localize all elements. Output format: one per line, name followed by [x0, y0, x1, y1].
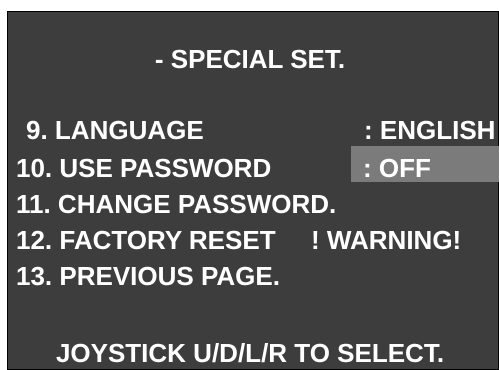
- menu-item-change-password[interactable]: 11. CHANGE PASSWORD.: [16, 191, 336, 217]
- use-password-value[interactable]: : OFF: [363, 155, 431, 181]
- menu-item-factory-reset[interactable]: 12. FACTORY RESET: [16, 227, 276, 253]
- factory-reset-warning: ! WARNING!: [311, 225, 462, 255]
- menu-item-use-password[interactable]: 10. USE PASSWORD: [16, 155, 271, 181]
- osd-menu-panel: - SPECIAL SET. 9. LANGUAGE : ENGLISH 10.…: [7, 11, 499, 370]
- language-value[interactable]: : ENGLISH: [364, 117, 495, 143]
- osd-screen: - SPECIAL SET. 9. LANGUAGE : ENGLISH 10.…: [0, 0, 499, 370]
- navigation-hint: JOYSTICK U/D/L/R TO SELECT.: [55, 338, 445, 368]
- menu-item-previous-page[interactable]: 13. PREVIOUS PAGE.: [16, 263, 280, 289]
- menu-item-language[interactable]: 9. LANGUAGE: [26, 117, 204, 143]
- menu-title: - SPECIAL SET.: [154, 44, 346, 74]
